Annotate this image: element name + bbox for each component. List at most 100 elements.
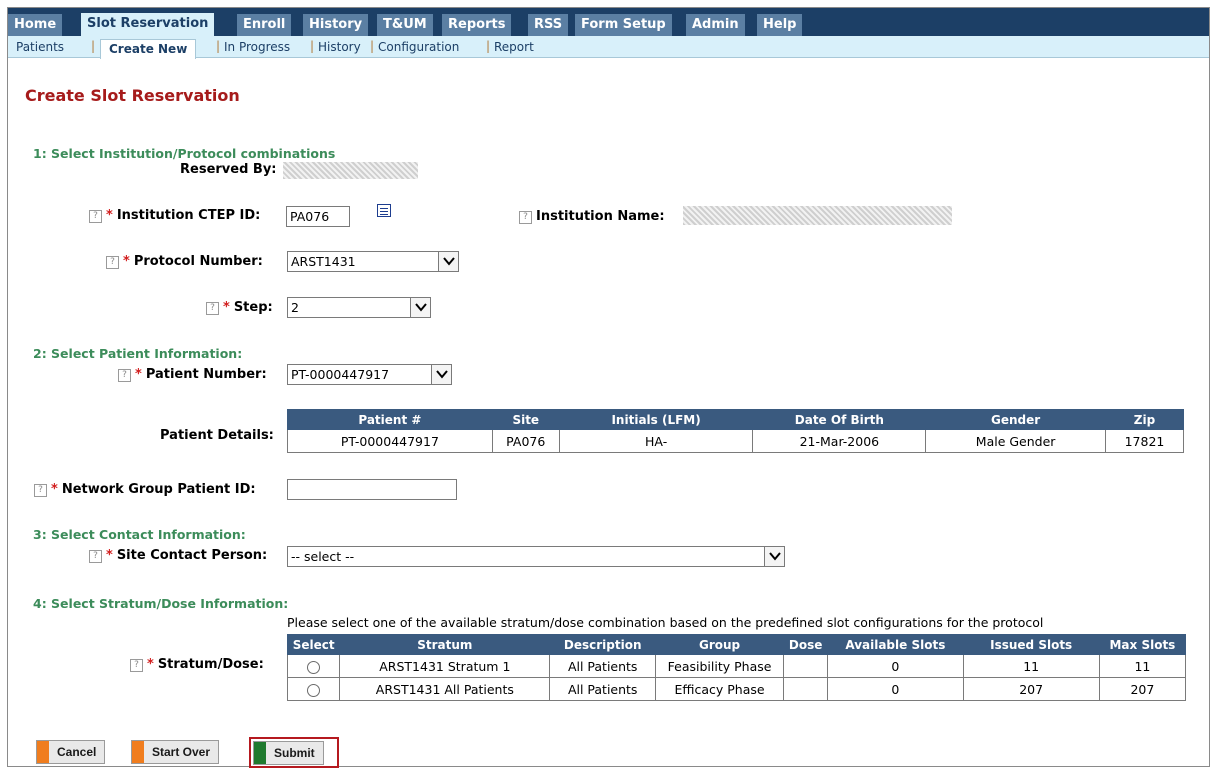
help-icon[interactable]: ?: [130, 659, 143, 672]
network-id-label: Network Group Patient ID:: [61, 482, 256, 497]
section-2-heading: 2: Select Patient Information:: [33, 346, 243, 361]
site-contact-value: -- select --: [291, 549, 355, 564]
button-accent: [132, 741, 144, 763]
step-value: 2: [291, 300, 299, 315]
table-cell: [783, 654, 829, 678]
subnav-report[interactable]: Report: [494, 40, 534, 54]
subnav-create-new[interactable]: Create New: [100, 39, 197, 59]
col-header: Group: [654, 634, 785, 655]
required-marker: *: [147, 657, 154, 672]
required-marker: *: [223, 300, 230, 315]
help-icon[interactable]: ?: [106, 256, 119, 269]
stratum-row-label: ? * Stratum/Dose:: [130, 657, 264, 672]
top-nav: Home Slot Reservation Enroll History T&U…: [8, 8, 1209, 36]
tab-rss[interactable]: RSS: [528, 14, 570, 36]
stratum-radio[interactable]: [307, 683, 321, 697]
institution-name-label: Institution Name:: [536, 209, 665, 224]
table-cell: 21-Mar-2006: [752, 429, 927, 453]
tab-reports[interactable]: Reports: [442, 14, 513, 36]
list-line: [380, 208, 388, 209]
institution-lookup-icon[interactable]: [377, 204, 391, 217]
subnav-patients[interactable]: Patients: [16, 40, 64, 54]
chevron-down-icon: [431, 365, 451, 384]
patient-details-table: Patient # Site Initials (LFM) Date Of Bi…: [287, 409, 1184, 453]
select-cell: [286, 654, 341, 678]
col-header: Gender: [925, 409, 1106, 430]
protocol-value: ARST1431: [291, 254, 356, 269]
table-cell: PA076: [491, 429, 560, 453]
table-cell: Male Gender: [925, 429, 1106, 453]
table-cell: 11: [1098, 654, 1187, 678]
col-header: Date Of Birth: [752, 409, 927, 430]
start-over-button[interactable]: Start Over: [131, 740, 220, 764]
ctep-id-input[interactable]: PA076: [286, 206, 350, 227]
patient-number-label: Patient Number:: [145, 367, 267, 382]
contact-row-label: ? * Site Contact Person:: [89, 548, 267, 563]
help-icon[interactable]: ?: [206, 302, 219, 315]
patient-details-label: Patient Details:: [160, 428, 274, 443]
submit-button[interactable]: Submit: [253, 741, 324, 765]
table-cell: Efficacy Phase: [654, 677, 785, 701]
section-1-heading: 1: Select Institution/Protocol combinati…: [33, 146, 336, 161]
help-icon[interactable]: ?: [519, 211, 532, 224]
cancel-button[interactable]: Cancel: [36, 740, 106, 764]
stratum-radio[interactable]: [307, 660, 321, 674]
subnav-separator: |: [216, 39, 221, 53]
table-cell: 207: [962, 677, 1100, 701]
col-header: Issued Slots: [962, 634, 1100, 655]
site-contact-select[interactable]: -- select --: [287, 546, 785, 567]
help-icon[interactable]: ?: [89, 550, 102, 563]
table-cell: ARST1431 Stratum 1: [339, 654, 551, 678]
table-cell: PT-0000447917: [287, 429, 493, 453]
help-icon[interactable]: ?: [118, 369, 131, 382]
step-row-label: ? * Step:: [206, 300, 273, 315]
protocol-select[interactable]: ARST1431: [287, 251, 459, 272]
patient-number-select[interactable]: PT-0000447917: [287, 364, 452, 385]
reserved-by-value-redacted: [283, 162, 418, 179]
network-id-row-label: ? * Network Group Patient ID:: [34, 482, 256, 497]
submit-button-label: Submit: [274, 746, 315, 760]
step-select[interactable]: 2: [287, 297, 431, 318]
tab-help[interactable]: Help: [757, 14, 804, 36]
col-header: Select: [286, 634, 341, 655]
tab-form-setup[interactable]: Form Setup: [575, 14, 673, 36]
col-header: Max Slots: [1098, 634, 1187, 655]
table-cell: 0: [827, 654, 964, 678]
tab-admin[interactable]: Admin: [686, 14, 746, 36]
subnav-history[interactable]: History: [318, 40, 361, 54]
table-row: ARST1431 Stratum 1 All Patients Feasibil…: [286, 654, 1187, 678]
tab-tum[interactable]: T&UM: [377, 14, 434, 36]
help-icon[interactable]: ?: [34, 484, 47, 497]
stratum-label: Stratum/Dose:: [157, 657, 264, 672]
section-3-heading: 3: Select Contact Information:: [33, 527, 246, 542]
required-marker: *: [123, 254, 130, 269]
table-row: PT-0000447917 PA076 HA- 21-Mar-2006 Male…: [287, 429, 1184, 453]
table-row: ARST1431 All Patients All Patients Effic…: [286, 677, 1187, 701]
subnav-in-progress[interactable]: In Progress: [224, 40, 290, 54]
ctep-id-row-label: ? * Institution CTEP ID:: [89, 208, 260, 223]
subnav-separator: |: [91, 39, 96, 53]
tab-slot-reservation[interactable]: Slot Reservation: [81, 13, 216, 36]
list-line: [380, 211, 388, 212]
cancel-button-label: Cancel: [57, 745, 97, 759]
tab-home[interactable]: Home: [8, 14, 64, 36]
subnav-configuration[interactable]: Configuration: [378, 40, 459, 54]
col-header: Zip: [1105, 409, 1184, 430]
network-group-patient-id-input[interactable]: [287, 479, 457, 500]
start-over-button-label: Start Over: [152, 745, 211, 759]
protocol-label: Protocol Number:: [133, 254, 263, 269]
button-accent: [37, 741, 49, 763]
table-cell: Feasibility Phase: [654, 654, 785, 678]
chevron-down-icon: [410, 298, 430, 317]
tab-history[interactable]: History: [303, 14, 370, 36]
button-accent: [254, 742, 266, 764]
table-cell: HA-: [558, 429, 754, 453]
subnav-separator: |: [370, 39, 375, 53]
col-header: Patient #: [287, 409, 493, 430]
help-icon[interactable]: ?: [89, 210, 102, 223]
table-cell: 207: [1098, 677, 1187, 701]
tab-enroll[interactable]: Enroll: [237, 14, 293, 36]
col-header: Site: [491, 409, 560, 430]
required-marker: *: [106, 548, 113, 563]
chevron-down-icon: [764, 547, 784, 566]
